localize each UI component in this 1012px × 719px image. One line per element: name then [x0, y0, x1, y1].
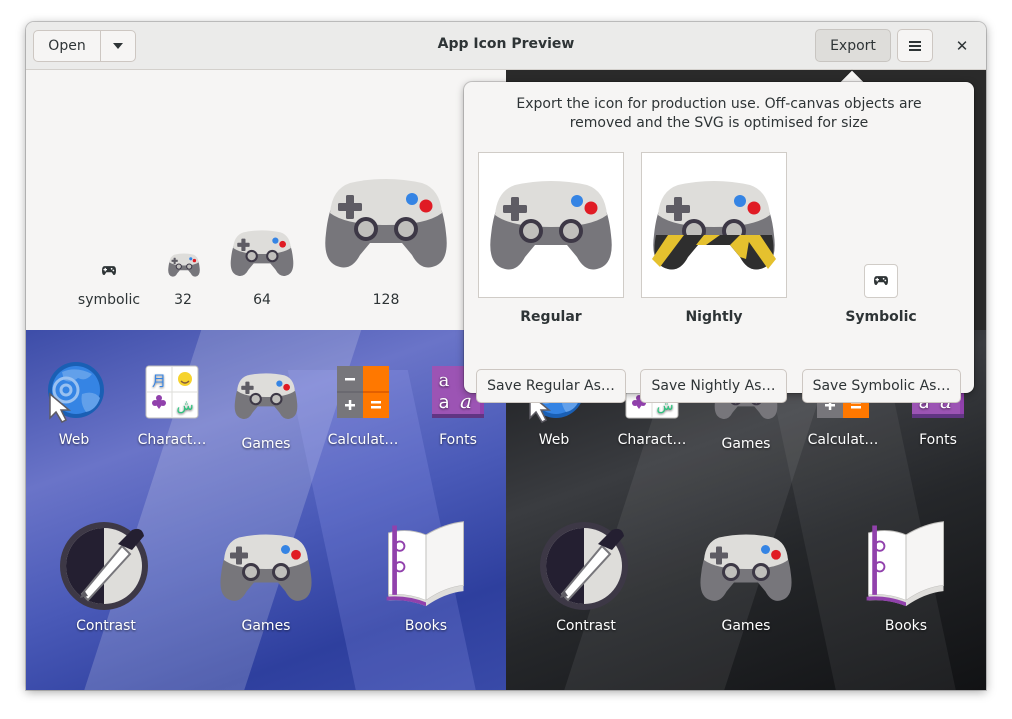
gamepad-nightly-icon	[650, 175, 778, 275]
nightly-preview	[641, 152, 787, 298]
app-label: Games	[241, 618, 291, 634]
characters-icon	[144, 364, 200, 420]
app-calculator[interactable]: Calculat…	[326, 364, 400, 448]
size-label-128: 128	[372, 292, 400, 308]
app-label: Charact…	[617, 432, 687, 448]
light-app-grid: Web Charact… Games Calculat… Fonts Contr…	[26, 330, 506, 690]
variant-label-regular: Regular	[520, 309, 582, 325]
main-menu-button[interactable]	[897, 29, 933, 62]
gamepad-icon	[487, 175, 615, 275]
app-label: Fonts	[439, 432, 477, 448]
app-window: Open App Icon Preview Export ✕ symbolic …	[26, 22, 986, 690]
app-label: Contrast	[556, 618, 616, 634]
app-books[interactable]: Books	[856, 518, 956, 634]
app-label: Games	[241, 436, 291, 452]
hamburger-icon	[909, 40, 921, 51]
contrast-icon	[58, 516, 154, 612]
books-icon	[861, 518, 951, 608]
variant-label-symbolic: Symbolic	[845, 309, 917, 325]
export-button[interactable]: Export	[815, 29, 891, 62]
app-games-large[interactable]: Games	[216, 530, 316, 634]
close-icon: ✕	[955, 37, 969, 55]
save-nightly-button[interactable]: Save Nightly As…	[640, 369, 787, 403]
app-label: Fonts	[919, 432, 957, 448]
export-button-label: Export	[830, 37, 876, 54]
save-regular-button[interactable]: Save Regular As…	[476, 369, 626, 403]
gamepad-icon	[229, 227, 295, 279]
close-button[interactable]: ✕	[950, 34, 974, 58]
app-label: Charact…	[137, 432, 207, 448]
app-contrast[interactable]: Contrast	[56, 516, 156, 634]
app-books[interactable]: Books	[376, 518, 476, 634]
calculator-icon	[335, 364, 391, 420]
app-label: Calculat…	[807, 432, 879, 448]
gamepad-icon	[102, 265, 116, 276]
gamepad-icon	[322, 173, 450, 273]
gamepad-icon	[167, 252, 201, 278]
app-label: Games	[721, 436, 771, 452]
app-label: Games	[721, 618, 771, 634]
app-characters[interactable]: Charact…	[136, 364, 208, 448]
size-label-64: 64	[253, 292, 271, 308]
app-games[interactable]: Games	[228, 370, 304, 452]
save-nightly-label: Save Nightly As…	[651, 378, 776, 394]
globe-icon	[42, 360, 106, 424]
app-label: Calculat…	[327, 432, 399, 448]
app-contrast[interactable]: Contrast	[536, 516, 636, 634]
gamepad-icon	[233, 370, 299, 422]
export-popover: Export the icon for production use. Off-…	[464, 82, 974, 403]
gamepad-icon	[698, 530, 794, 605]
size-label-symbolic: symbolic	[77, 292, 141, 308]
size-label-32: 32	[174, 292, 192, 308]
books-icon	[381, 518, 471, 608]
contrast-icon	[538, 516, 634, 612]
app-web[interactable]: Web	[38, 360, 110, 448]
regular-preview	[478, 152, 624, 298]
app-label: Books	[884, 618, 928, 634]
variant-label-nightly: Nightly	[685, 309, 743, 325]
save-symbolic-button[interactable]: Save Symbolic As…	[802, 369, 961, 403]
gamepad-icon	[874, 275, 888, 286]
app-games-large[interactable]: Games	[696, 530, 796, 634]
symbolic-preview	[864, 264, 898, 298]
save-symbolic-label: Save Symbolic As…	[812, 378, 951, 394]
app-label: Web	[538, 432, 570, 448]
save-regular-label: Save Regular As…	[487, 378, 615, 394]
gamepad-icon	[218, 530, 314, 605]
app-label: Web	[58, 432, 90, 448]
app-label: Contrast	[76, 618, 136, 634]
header-bar: Open App Icon Preview Export ✕	[26, 22, 986, 70]
light-size-preview: symbolic 32 64 128	[26, 70, 506, 330]
app-label: Books	[404, 618, 448, 634]
export-description: Export the icon for production use. Off-…	[516, 96, 922, 131]
